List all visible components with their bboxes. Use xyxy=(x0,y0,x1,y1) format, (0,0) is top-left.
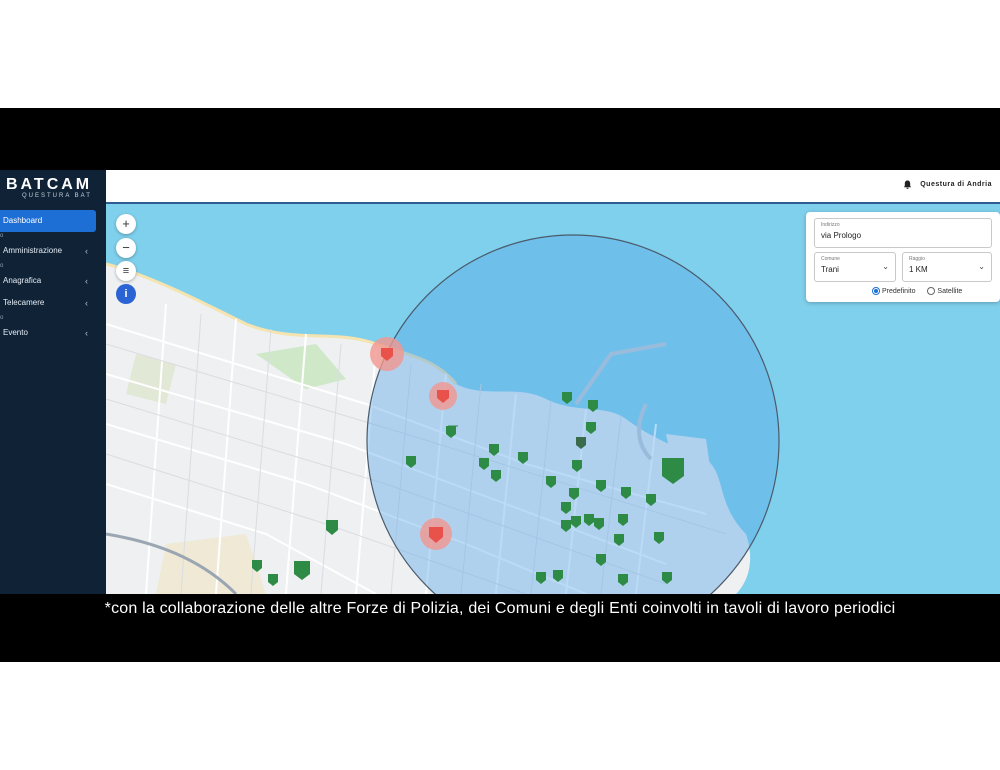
radio-label: Predefinito xyxy=(882,287,916,295)
camera-marker-red[interactable] xyxy=(429,382,457,410)
sidebar-item-label: Dashboard xyxy=(3,216,43,225)
chevron-down-icon: ⌄ xyxy=(882,262,889,271)
raggio-label: Raggio xyxy=(909,256,925,262)
sidebar-item-amministrazione[interactable]: Amministrazione ‹ xyxy=(0,240,106,262)
radio-satellite[interactable] xyxy=(927,287,936,295)
map-view[interactable]: + − ≡ i Indirizzo via Prologo Comune Tra… xyxy=(106,204,1000,594)
camera-marker-red[interactable] xyxy=(370,337,404,371)
sidebar-item-label: Evento xyxy=(3,328,28,337)
chevron-left-icon: ‹ xyxy=(85,298,88,308)
brand-subtitle: QUESTURA BAT xyxy=(22,193,92,199)
zoom-in-button[interactable]: + xyxy=(116,214,136,234)
comune-select[interactable]: Comune Trani ⌄ xyxy=(814,252,896,282)
map-type-radios: Predefinito Satellite xyxy=(872,287,972,295)
bell-icon[interactable] xyxy=(903,180,912,189)
filter-button[interactable]: ≡ xyxy=(116,261,136,281)
sidebar-item-dashboard[interactable]: Dashboard xyxy=(0,210,96,232)
info-button[interactable]: i xyxy=(116,284,136,304)
zoom-out-button[interactable]: − xyxy=(116,238,136,258)
raggio-value: 1 KM xyxy=(909,265,928,274)
org-name: Questura di Andria xyxy=(920,181,992,188)
sidebar-item-label: Telecamere xyxy=(3,298,45,307)
sidebar: BATCAM QUESTURA BAT Dashboard o Amminist… xyxy=(0,170,106,594)
chevron-left-icon: ‹ xyxy=(85,246,88,256)
video-letterbox-top xyxy=(0,108,1000,170)
nav-section-marker: o xyxy=(0,315,4,321)
comune-label: Comune xyxy=(821,256,840,262)
sidebar-nav: Dashboard o Amministrazione ‹ o Anagrafi… xyxy=(0,210,106,344)
radio-predefinito[interactable] xyxy=(872,287,880,295)
top-bar: Questura di Andria xyxy=(106,170,1000,204)
sidebar-item-evento[interactable]: Evento ‹ xyxy=(0,322,106,344)
sidebar-item-label: Anagrafica xyxy=(3,276,42,285)
chevron-down-icon: ⌄ xyxy=(978,262,985,271)
sidebar-item-label: Amministrazione xyxy=(3,246,63,255)
app-window: BATCAM QUESTURA BAT Dashboard o Amminist… xyxy=(0,170,1000,594)
search-panel: Indirizzo via Prologo Comune Trani ⌄ Rag… xyxy=(806,212,1000,302)
address-label: Indirizzo xyxy=(821,222,840,228)
address-value: via Prologo xyxy=(821,231,862,240)
address-field[interactable]: Indirizzo via Prologo xyxy=(814,218,992,248)
chevron-left-icon: ‹ xyxy=(85,276,88,286)
camera-marker-red[interactable] xyxy=(420,518,452,550)
sidebar-item-telecamere[interactable]: Telecamere ‹ xyxy=(0,292,106,314)
chevron-left-icon: ‹ xyxy=(85,328,88,338)
nav-section-marker: o xyxy=(0,233,4,239)
nav-section-marker: o xyxy=(0,263,4,269)
brand-logo: BATCAM xyxy=(6,176,93,193)
raggio-select[interactable]: Raggio 1 KM ⌄ xyxy=(902,252,992,282)
comune-value: Trani xyxy=(821,265,839,274)
video-caption: *con la collaborazione delle altre Forze… xyxy=(104,600,896,617)
radio-label: Satellite xyxy=(937,287,963,295)
sidebar-item-anagrafica[interactable]: Anagrafica ‹ xyxy=(0,270,106,292)
